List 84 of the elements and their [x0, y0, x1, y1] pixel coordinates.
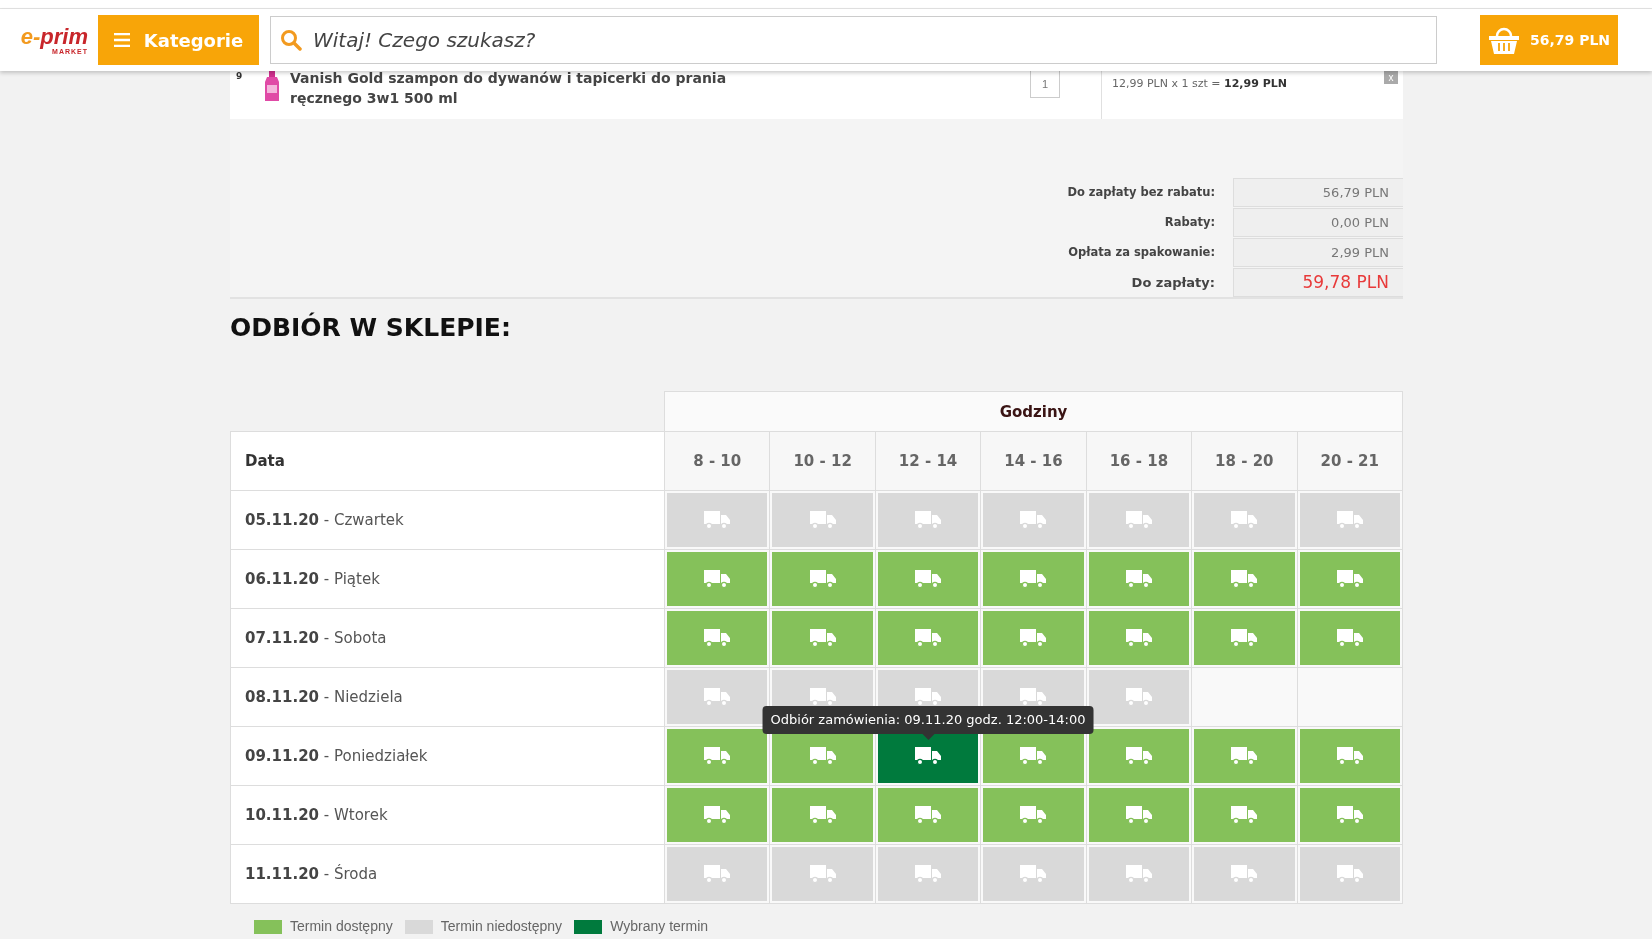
truck-icon	[1231, 628, 1258, 648]
truck-icon	[1125, 628, 1152, 648]
section-title: ODBIÓR W SKLEPIE:	[230, 313, 512, 344]
date-cell: 11.11.20 - Środa	[230, 844, 665, 904]
date-cell: 10.11.20 - Wtorek	[230, 785, 665, 845]
bottle-icon	[264, 71, 280, 103]
truck-icon	[915, 569, 942, 589]
truck-icon	[1125, 746, 1152, 766]
truck-icon	[915, 864, 942, 884]
column-header: 20 - 21	[1297, 431, 1403, 491]
summary-label: Do zapłaty:	[1130, 274, 1216, 290]
date-cell: 05.11.20 - Czwartek	[230, 490, 665, 550]
truck-icon	[1020, 687, 1047, 707]
truck-icon	[1231, 864, 1258, 884]
date-cell: 07.11.20 - Sobota	[230, 608, 665, 668]
date-cell: 06.11.20 - Piątek	[230, 549, 665, 609]
truck-icon	[704, 687, 731, 707]
summary-value: 2,99 PLN	[1233, 237, 1403, 267]
truck-icon	[1336, 746, 1363, 766]
truck-icon	[915, 510, 942, 530]
truck-icon	[915, 628, 942, 648]
truck-icon	[1336, 805, 1363, 825]
truck-icon	[1231, 569, 1258, 589]
truck-icon	[1125, 687, 1152, 707]
column-header: 16 - 18	[1086, 431, 1192, 491]
truck-icon	[1125, 805, 1152, 825]
truck-icon	[1336, 864, 1363, 884]
truck-icon	[915, 687, 942, 707]
date-cell: 09.11.20 - Poniedziałek	[230, 726, 665, 786]
truck-icon	[704, 746, 731, 766]
truck-icon	[809, 864, 836, 884]
summary-value: 59,78 PLN	[1233, 267, 1403, 297]
column-header: 12 - 14	[875, 431, 981, 491]
truck-icon	[809, 569, 836, 589]
legend-label: Wybrany termin	[610, 918, 709, 934]
truck-icon	[1020, 746, 1047, 766]
price-line: 12,99 PLN x 1 szt = 12,99 PLN	[1112, 77, 1287, 90]
menu-icon	[113, 33, 130, 47]
summary-value: 56,79 PLN	[1233, 177, 1403, 207]
truck-icon	[1231, 510, 1258, 530]
date-cell: 08.11.20 - Niedziela	[230, 667, 665, 727]
item-number: 9	[235, 71, 244, 83]
product-name[interactable]: Vanish Gold szampon do dywanów i tapicerki do prania ręcznego 3w1 500 ml	[290, 68, 750, 119]
column-header: 14 - 16	[980, 431, 1087, 491]
truck-icon	[704, 864, 731, 884]
summary-label: Do zapłaty bez rabatu:	[1066, 185, 1216, 199]
truck-icon	[1125, 510, 1152, 530]
column-header: 18 - 20	[1191, 431, 1298, 491]
truck-icon	[704, 510, 731, 530]
summary-label: Rabaty:	[1163, 215, 1216, 229]
search-field[interactable]: Witaj! Czego szukasz?	[270, 16, 1437, 64]
truck-icon	[1020, 569, 1047, 589]
truck-icon	[809, 628, 836, 648]
summary-label: Opłata za spakowanie:	[1067, 245, 1216, 259]
truck-icon	[1020, 628, 1047, 648]
truck-icon	[1231, 805, 1258, 825]
legend-label: Termin dostępny	[290, 918, 393, 934]
column-header: Data	[230, 431, 665, 491]
column-header: 10 - 12	[769, 431, 876, 491]
truck-icon	[1231, 746, 1258, 766]
summary-value: 0,00 PLN	[1233, 207, 1403, 237]
truck-icon	[704, 569, 731, 589]
truck-icon	[1336, 628, 1363, 648]
basket-icon	[1487, 25, 1520, 55]
truck-icon	[1125, 864, 1152, 884]
table-header: Godziny	[664, 391, 1403, 432]
truck-icon	[809, 510, 836, 530]
truck-icon	[915, 746, 942, 766]
truck-icon	[809, 746, 836, 766]
truck-icon	[704, 628, 731, 648]
legend-label: Termin niedostępny	[440, 918, 563, 934]
truck-icon	[1020, 805, 1047, 825]
truck-icon	[1020, 864, 1047, 884]
truck-icon	[1020, 510, 1047, 530]
truck-icon	[1336, 569, 1363, 589]
truck-icon	[809, 687, 836, 707]
column-header: 8 - 10	[664, 431, 770, 491]
tooltip: Odbiór zamówienia: 09.11.20 godz. 12:00-14:00	[762, 706, 1094, 740]
truck-icon	[915, 805, 942, 825]
quantity-field[interactable]: 1	[1030, 70, 1060, 98]
truck-icon	[704, 805, 731, 825]
truck-icon	[809, 805, 836, 825]
truck-icon	[1336, 510, 1363, 530]
truck-icon	[1125, 569, 1152, 589]
